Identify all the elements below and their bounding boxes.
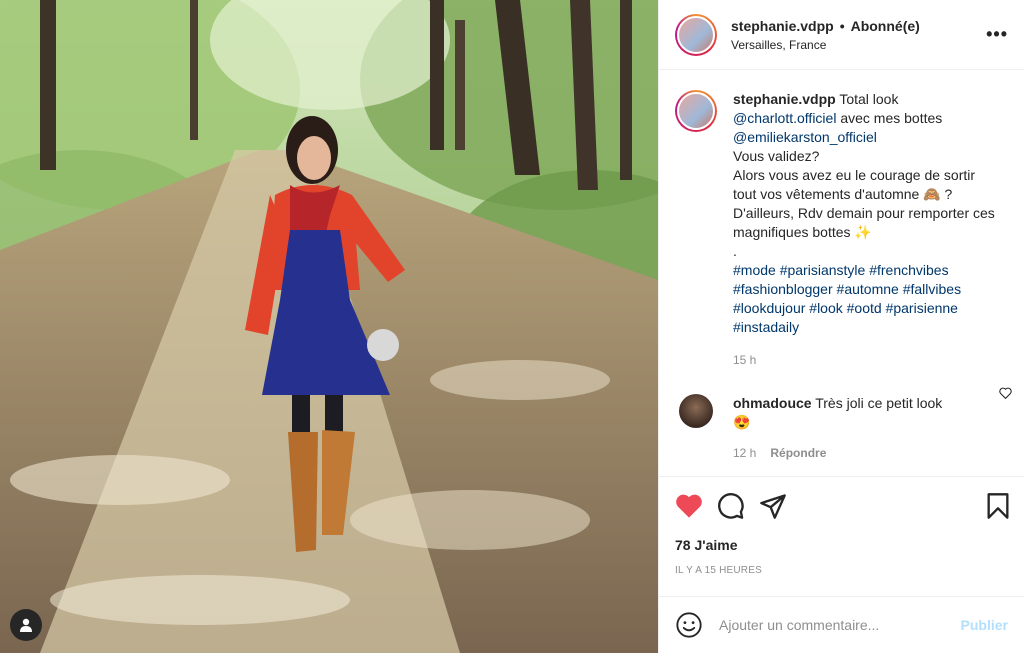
caption-time[interactable]: 15 h — [733, 351, 1001, 370]
comment-icon[interactable] — [717, 492, 745, 520]
caption-text: avec mes bottes — [840, 110, 943, 126]
caption-text: Total look — [839, 91, 899, 107]
post-location[interactable]: Versailles, France — [731, 38, 920, 52]
user-icon — [20, 618, 32, 632]
comment-username[interactable]: ohmadouce — [733, 395, 812, 411]
more-horizontal-icon[interactable]: ••• — [986, 24, 1008, 45]
hashtag-link[interactable]: #mode — [733, 262, 776, 278]
caption-line: . — [733, 243, 737, 259]
hashtag-link[interactable]: #look — [809, 300, 842, 316]
post-timestamp[interactable]: IL Y A 15 HEURES — [675, 565, 1008, 576]
publish-button[interactable]: Publier — [961, 617, 1008, 633]
comment-text: Très joli ce petit look — [815, 395, 943, 411]
emoji-icon[interactable] — [675, 611, 703, 639]
hashtag-link[interactable]: #automne — [837, 281, 899, 297]
like-comment-heart-icon[interactable] — [999, 386, 1012, 402]
caption-line: D'ailleurs, Rdv demain pour remporter ce… — [733, 205, 995, 240]
hashtag-link[interactable]: #fashionblogger — [733, 281, 833, 297]
hashtag-link[interactable]: #parisianstyle — [780, 262, 866, 278]
separator-dot: • — [839, 17, 845, 34]
hashtag-link[interactable]: #fallvibes — [903, 281, 961, 297]
heart-icon[interactable] — [675, 493, 703, 519]
bookmark-icon[interactable] — [986, 492, 1010, 523]
mention-link[interactable]: @emiliekarston_officiel — [733, 129, 877, 145]
hashtag-link[interactable]: #parisienne — [886, 300, 958, 316]
forest-path-image — [0, 0, 658, 653]
comment-row: ohmadouce Très joli ce petit look 😍 12 h… — [675, 394, 1008, 463]
caption: stephanie.vdpp Total look @charlott.offi… — [675, 90, 1008, 370]
post-actions: 78 J'aime IL Y A 15 HEURES — [659, 476, 1024, 596]
post-header: stephanie.vdpp • Abonné(e) Versailles, Fra… — [659, 0, 1024, 70]
post-photo[interactable] — [0, 0, 658, 653]
avatar[interactable] — [675, 13, 717, 56]
mention-link[interactable]: @charlott.officiel — [733, 110, 836, 126]
comment-time[interactable]: 12 h — [733, 446, 756, 460]
comment-emoji: 😍 — [733, 414, 751, 430]
post-side-panel: stephanie.vdpp • Abonné(e) Versailles, Fra… — [658, 0, 1024, 653]
hashtag-link[interactable]: #ootd — [847, 300, 882, 316]
hashtag-link[interactable]: #frenchvibes — [869, 262, 948, 278]
caption-line: Alors vous avez eu le courage de sortir … — [733, 167, 976, 202]
tagged-users-button[interactable] — [10, 609, 42, 641]
comment-composer: Publier — [659, 596, 1024, 653]
hashtags: #mode #parisianstyle #frenchvibes #fashi… — [733, 261, 1001, 337]
caption-line: Vous validez? — [733, 148, 820, 164]
author-username[interactable]: stephanie.vdpp — [731, 18, 834, 34]
likes-count[interactable]: 78 J'aime — [675, 537, 1008, 553]
comments-list[interactable]: stephanie.vdpp Total look @charlott.offi… — [659, 70, 1024, 476]
caption-username[interactable]: stephanie.vdpp — [733, 91, 836, 107]
share-icon[interactable] — [759, 492, 787, 520]
reply-button[interactable]: Répondre — [770, 446, 826, 460]
hashtag-link[interactable]: #lookdujour — [733, 300, 805, 316]
hashtag-link[interactable]: #instadaily — [733, 319, 799, 335]
follow-status-button[interactable]: Abonné(e) — [851, 18, 920, 34]
avatar[interactable] — [679, 394, 713, 428]
comment-input[interactable] — [719, 617, 961, 633]
avatar[interactable] — [675, 90, 717, 132]
